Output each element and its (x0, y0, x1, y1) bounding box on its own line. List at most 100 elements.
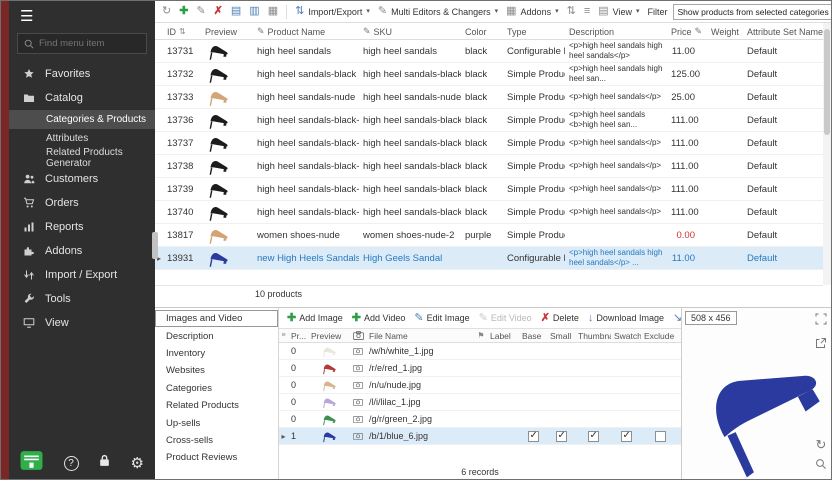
add-product-icon[interactable]: ✚ (179, 6, 188, 17)
sidebar-item-addons[interactable]: Addons (9, 239, 155, 263)
table-row[interactable]: 13733 high heel sandals-nude high heel s… (155, 86, 823, 109)
thumbnail-checkbox[interactable] (575, 431, 611, 442)
tab-categories[interactable]: Categories (155, 380, 278, 397)
lock-icon[interactable] (99, 454, 110, 472)
table-row[interactable]: 13738 high heel sandals-black-37 high he… (155, 155, 823, 178)
addons-menu[interactable]: ▦ Addons ▾ (506, 6, 558, 17)
menu-search-input[interactable] (39, 38, 140, 49)
table-row[interactable]: 13740 high heel sandals-black-38 high he… (155, 201, 823, 224)
add-image-button[interactable]: ✚Add Image (287, 313, 343, 324)
edit-image-button[interactable]: ✎Edit Image (414, 313, 469, 324)
checkbox[interactable] (655, 431, 666, 442)
checkbox[interactable] (556, 431, 567, 442)
column-header-attribute-set[interactable]: Attribute Set Name (743, 23, 823, 40)
panel-splitter-handle[interactable] (152, 232, 158, 259)
copy-icon[interactable]: ▤ (231, 6, 241, 17)
sidebar-item-reports[interactable]: Reports (9, 215, 155, 239)
column-header-preview[interactable]: Preview (308, 331, 350, 341)
column-header-label[interactable]: Label (487, 331, 519, 341)
column-header-base[interactable]: Base (519, 331, 547, 341)
zoom-icon[interactable] (815, 457, 827, 475)
sidebar-item-customers[interactable]: Customers (9, 167, 155, 191)
sidebar-item-orders[interactable]: Orders (9, 191, 155, 215)
menu-search-box[interactable] (17, 33, 147, 54)
base-checkbox[interactable] (519, 431, 547, 442)
image-row-selected[interactable]: ▸ 1 /b/1/blue_6.jpg (279, 428, 681, 445)
rotate-icon[interactable]: ↻ (816, 438, 827, 451)
table-row[interactable]: 13736 high heel sandals-black-36 high he… (155, 109, 823, 132)
checkbox[interactable] (621, 431, 632, 442)
list-icon[interactable]: ≡ (584, 6, 590, 17)
column-header-file-name[interactable]: File Name (366, 331, 475, 341)
open-external-icon[interactable] (815, 336, 827, 354)
column-header-product-name[interactable]: ✎Product Name (253, 23, 359, 40)
exclude-checkbox[interactable] (641, 431, 679, 442)
delete-image-button[interactable]: ✗Delete (541, 313, 579, 324)
tab-websites[interactable]: Websites (155, 362, 278, 379)
edit-video-button[interactable]: ✎Edit Video (479, 313, 532, 324)
sidebar-item-attributes[interactable]: Attributes (9, 129, 155, 148)
gear-icon[interactable]: ⚙ (131, 456, 144, 471)
sidebar-item-related-products-generator[interactable]: Related Products Generator (9, 148, 155, 167)
tab-cross-sells[interactable]: Cross-sells (155, 432, 278, 449)
checkbox[interactable] (588, 431, 599, 442)
table-row[interactable]: 13817 women shoes-nude women shoes-nude-… (155, 224, 823, 247)
column-header-type[interactable]: Type (503, 23, 565, 40)
tab-up-sells[interactable]: Up-sells (155, 414, 278, 431)
grid-scrollbar[interactable] (823, 23, 831, 285)
hamburger-menu-icon[interactable]: ☰ (20, 7, 33, 25)
delete-product-icon[interactable]: ✗ (214, 6, 223, 17)
column-header-small[interactable]: Small (547, 331, 575, 341)
table-row[interactable]: 13731 high heel sandals high heel sandal… (155, 40, 823, 63)
image-row[interactable]: 0 /n/u/nude.jpg (279, 377, 681, 394)
tab-images-and-video[interactable]: Images and Video (155, 310, 278, 327)
tab-product-reviews[interactable]: Product Reviews (155, 449, 278, 466)
tab-inventory[interactable]: Inventory (155, 345, 278, 362)
help-icon[interactable]: ? (64, 456, 79, 471)
tab-related-products[interactable]: Related Products (155, 397, 278, 414)
edit-product-icon[interactable]: ✎ (196, 6, 205, 17)
sidebar-item-favorites[interactable]: Favorites (9, 62, 155, 86)
add-video-button[interactable]: ✚Add Video (352, 313, 406, 324)
column-header-preview[interactable]: Preview (201, 23, 253, 40)
tab-description[interactable]: Description (155, 327, 278, 344)
image-row[interactable]: 0 /w/h/white_1.jpg (279, 343, 681, 360)
columns-icon[interactable]: ▦ (268, 6, 278, 17)
set-resize-rule-button[interactable]: ↘Set Resize Rule (673, 313, 681, 324)
import-export-menu[interactable]: ⇅ Import/Export ▾ (295, 6, 370, 17)
image-row[interactable]: 0 /g/r/green_2.jpg (279, 411, 681, 428)
table-row[interactable]: 13739 high heel sandals-black-37 high he… (155, 178, 823, 201)
table-row-selected[interactable]: ▸ 13931 new High Heels Sandals High Geel… (155, 247, 823, 270)
image-row[interactable]: 0 /r/e/red_1.jpg (279, 360, 681, 377)
column-header-weight[interactable]: Weight (707, 23, 743, 40)
column-header-swatch[interactable]: Swatch (611, 331, 641, 341)
column-header-sku[interactable]: ✎SKU (359, 23, 461, 40)
fullscreen-icon[interactable] (815, 312, 827, 330)
refresh-icon[interactable]: ↻ (162, 6, 171, 17)
swatch-checkbox[interactable] (611, 431, 641, 442)
column-header-priority[interactable]: Pr... (288, 331, 308, 341)
grid-scrollbar-thumb[interactable] (824, 29, 830, 135)
sort-icon[interactable]: ⇅ (567, 6, 576, 17)
checkbox[interactable] (528, 431, 539, 442)
image-row[interactable]: 0 /l/i/lilac_1.jpg (279, 394, 681, 411)
table-row[interactable]: 13737 high heel sandals-black-36 high he… (155, 132, 823, 155)
table-row[interactable]: 13732 high heel sandals-black high heel … (155, 63, 823, 86)
category-filter-select[interactable]: Show products from selected categories ▾ (673, 4, 831, 20)
sidebar-item-tools[interactable]: Tools (9, 287, 155, 311)
column-header-price[interactable]: Price✎ (667, 23, 707, 40)
column-header-color[interactable]: Color (461, 23, 503, 40)
multi-editors-menu[interactable]: ✎ Multi Editors & Changers ▾ (378, 6, 498, 17)
column-header-id[interactable]: ID⇅ (163, 23, 201, 40)
view-menu[interactable]: ▤ View ▾ (598, 6, 639, 17)
sidebar-item-import-export[interactable]: Import / Export (9, 263, 155, 287)
sidebar-item-categories-products[interactable]: Categories & Products (9, 110, 155, 129)
paste-icon[interactable]: ▥ (249, 6, 259, 17)
small-checkbox[interactable] (547, 431, 575, 442)
column-header-description[interactable]: Description (565, 23, 667, 40)
pos-store-icon[interactable] (20, 450, 43, 476)
column-header-exclude[interactable]: Exclude (641, 331, 679, 341)
sidebar-item-catalog[interactable]: Catalog (9, 86, 155, 110)
column-header-thumbnail[interactable]: Thumbna (575, 331, 611, 341)
download-image-button[interactable]: ↓Download Image (588, 313, 664, 324)
